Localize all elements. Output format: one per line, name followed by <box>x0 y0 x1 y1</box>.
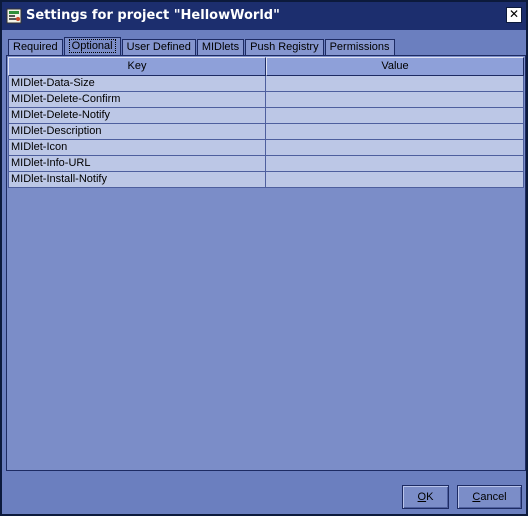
window-title: Settings for project "HellowWorld" <box>26 8 280 23</box>
tab-label: Optional <box>68 39 116 53</box>
tab-bar: Required Optional User Defined MIDlets P… <box>8 37 396 56</box>
table-row[interactable]: MIDlet-Install-Notify <box>8 172 524 188</box>
value-cell[interactable] <box>266 76 524 92</box>
cancel-label-rest: ancel <box>480 491 507 503</box>
value-cell[interactable] <box>266 140 524 156</box>
key-cell[interactable]: MIDlet-Description <box>8 124 266 140</box>
key-cell[interactable]: MIDlet-Delete-Notify <box>8 108 266 124</box>
ok-button[interactable]: OK <box>402 485 449 509</box>
table-row[interactable]: MIDlet-Description <box>8 124 524 140</box>
table-row[interactable]: MIDlet-Delete-Confirm <box>8 92 524 108</box>
table-row[interactable]: MIDlet-Delete-Notify <box>8 108 524 124</box>
value-cell[interactable] <box>266 92 524 108</box>
properties-table[interactable]: Key Value MIDlet-Data-Size MIDlet-Delete… <box>8 57 524 469</box>
close-icon: ✕ <box>508 7 520 21</box>
tab-user-defined[interactable]: User Defined <box>121 39 196 56</box>
tab-label: Required <box>13 41 58 53</box>
tab-label: Push Registry <box>250 41 319 53</box>
value-cell[interactable] <box>266 156 524 172</box>
value-cell[interactable] <box>266 124 524 140</box>
settings-app-icon <box>6 8 22 24</box>
close-button[interactable]: ✕ <box>506 7 522 23</box>
column-header-key[interactable]: Key <box>8 57 266 76</box>
key-cell[interactable]: MIDlet-Info-URL <box>8 156 266 172</box>
settings-dialog: Settings for project "HellowWorld" ✕ Req… <box>0 0 528 516</box>
tab-midlets[interactable]: MIDlets <box>196 39 245 56</box>
tab-required[interactable]: Required <box>8 39 63 56</box>
ok-label-rest: K <box>426 491 434 503</box>
tab-label: Permissions <box>329 41 390 53</box>
title-bar[interactable]: Settings for project "HellowWorld" ✕ <box>2 2 526 30</box>
table-header: Key Value <box>8 57 524 76</box>
table-row[interactable]: MIDlet-Data-Size <box>8 76 524 92</box>
value-cell[interactable] <box>266 108 524 124</box>
table-body: MIDlet-Data-Size MIDlet-Delete-Confirm M… <box>8 76 524 188</box>
value-cell[interactable] <box>266 172 524 188</box>
key-cell[interactable]: MIDlet-Icon <box>8 140 266 156</box>
cancel-button[interactable]: Cancel <box>457 485 522 509</box>
key-cell[interactable]: MIDlet-Install-Notify <box>8 172 266 188</box>
tab-label: MIDlets <box>201 41 240 53</box>
key-cell[interactable]: MIDlet-Data-Size <box>8 76 266 92</box>
tab-label: User Defined <box>126 41 191 53</box>
tab-permissions[interactable]: Permissions <box>324 39 395 56</box>
table-row[interactable]: MIDlet-Info-URL <box>8 156 524 172</box>
tab-push-registry[interactable]: Push Registry <box>245 39 324 56</box>
tab-optional[interactable]: Optional <box>63 37 121 56</box>
optional-tab-panel: Key Value MIDlet-Data-Size MIDlet-Delete… <box>6 55 526 471</box>
table-row[interactable]: MIDlet-Icon <box>8 140 524 156</box>
ok-mnemonic: O <box>417 491 427 503</box>
column-header-value[interactable]: Value <box>266 57 524 76</box>
key-cell[interactable]: MIDlet-Delete-Confirm <box>8 92 266 108</box>
